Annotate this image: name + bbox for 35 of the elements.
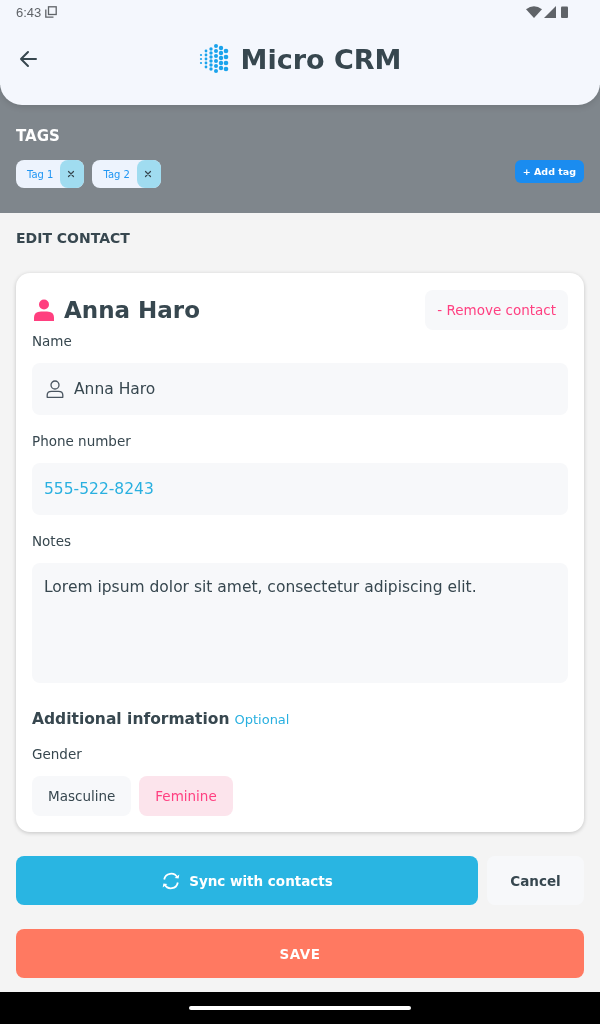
optional-label: Optional — [234, 711, 290, 729]
battery-icon — [561, 6, 568, 18]
sync-icon — [161, 870, 182, 891]
section-title: EDIT CONTACT — [16, 229, 131, 247]
remove-contact-button[interactable]: - Remove contact — [425, 290, 568, 330]
remove-tag-icon[interactable] — [134, 160, 161, 188]
app-title: Micro CRM — [240, 43, 402, 75]
gender-label: Gender — [32, 745, 83, 763]
home-handle[interactable] — [189, 1006, 411, 1010]
tag-chip[interactable]: Tag 2 — [92, 160, 161, 188]
back-arrow-icon[interactable] — [18, 49, 38, 69]
phone-field[interactable]: 555-522-8243 — [32, 463, 568, 515]
gender-option[interactable]: Masculine — [32, 776, 132, 816]
field-label: Notes — [32, 532, 72, 550]
name-field[interactable]: Anna Haro — [32, 363, 568, 415]
signal-icon — [544, 6, 556, 18]
gender-option[interactable]: Feminine — [139, 776, 233, 816]
wifi-icon — [526, 6, 542, 18]
status-time: 6:43 — [16, 4, 42, 20]
add-tag-button[interactable]: + Add tag — [514, 160, 584, 183]
additional-info-title: Additional information — [32, 709, 230, 729]
tag-chip[interactable]: Tag 1 — [16, 160, 85, 188]
cancel-button[interactable]: Cancel — [487, 856, 584, 905]
person-outline-icon — [46, 380, 64, 398]
save-button[interactable]: SAVE — [16, 929, 584, 978]
sync-contacts-button[interactable]: Sync with contacts — [16, 856, 478, 905]
field-label: Name — [32, 332, 73, 350]
tags-title: TAGS — [16, 126, 61, 146]
screenshot-notification-icon — [45, 6, 58, 18]
logo-icon — [198, 43, 229, 75]
person-icon — [34, 299, 54, 321]
contact-name: Anna Haro — [64, 297, 200, 323]
remove-tag-icon[interactable] — [58, 160, 85, 188]
field-label: Phone number — [32, 432, 132, 450]
notes-field[interactable]: Lorem ipsum dolor sit amet, consectetur adipiscing elit. — [32, 563, 568, 683]
